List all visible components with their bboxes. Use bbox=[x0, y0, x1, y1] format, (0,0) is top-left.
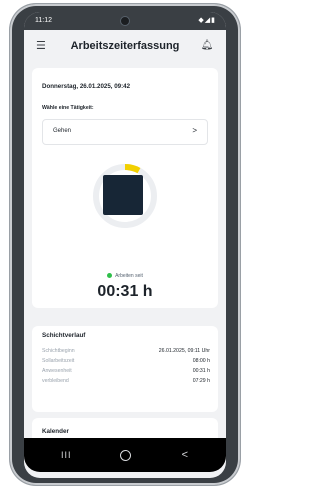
activity-select[interactable]: Gehen > bbox=[42, 119, 208, 145]
shift-history-table: Schichtbeginn 26.01.2025, 09:11 Uhr Soll… bbox=[42, 346, 210, 386]
shift-history-title: Schichtverlauf bbox=[42, 332, 86, 339]
chevron-right-icon: > bbox=[192, 126, 197, 135]
activity-prompt: Wähle eine Tätigkeit: bbox=[42, 105, 94, 111]
back-icon[interactable]: < bbox=[182, 449, 188, 461]
app-bar: ☰ Arbeitszeiterfassung 🔔︎ bbox=[24, 30, 226, 64]
shift-row-value: 26.01.2025, 09:11 Uhr bbox=[158, 348, 210, 354]
shift-row: verbleibend 07:29 h bbox=[42, 376, 210, 386]
page-title: Arbeitszeiterfassung bbox=[70, 40, 180, 52]
shift-history-card: Schichtverlauf Schichtbeginn 26.01.2025,… bbox=[32, 326, 218, 412]
work-status: Arbeiten seit bbox=[32, 273, 218, 279]
home-icon[interactable] bbox=[120, 450, 131, 461]
status-time: 11:12 bbox=[35, 17, 52, 24]
status-icons: ◆◢▮ bbox=[198, 17, 216, 24]
shift-row: Sollarbeitszeit 08:00 h bbox=[42, 356, 210, 366]
work-status-label: Arbeiten seit bbox=[115, 273, 143, 279]
system-nav-bar: III < bbox=[24, 438, 226, 472]
calendar-title: Kalender bbox=[42, 428, 69, 435]
shift-row-label: Sollarbeitszeit bbox=[42, 358, 75, 364]
shift-row: Schichtbeginn 26.01.2025, 09:11 Uhr bbox=[42, 346, 210, 356]
app-screen: 11:12 ◆◢▮ ☰ Arbeitszeiterfassung 🔔︎ Donn… bbox=[24, 12, 226, 478]
activity-value: Gehen bbox=[53, 128, 72, 134]
shift-row-value: 00:31 h bbox=[192, 368, 210, 374]
status-bar: 11:12 ◆◢▮ bbox=[24, 12, 226, 30]
recents-icon[interactable]: III bbox=[61, 449, 72, 461]
stop-button[interactable] bbox=[103, 175, 143, 215]
shift-row: Anwesenheit 00:31 h bbox=[42, 366, 210, 376]
time-tracking-card: Donnerstag, 26.01.2025, 09:42 Wähle eine… bbox=[32, 68, 218, 308]
status-dot bbox=[107, 273, 113, 278]
shift-row-label: verbleibend bbox=[42, 378, 69, 384]
shift-row-label: Anwesenheit bbox=[42, 368, 72, 374]
bell-icon[interactable]: 🔔︎ bbox=[200, 39, 214, 53]
current-date: Donnerstag, 26.01.2025, 09:42 bbox=[42, 83, 131, 90]
elapsed-time: 00:31 h bbox=[97, 283, 153, 300]
shift-row-label: Schichtbeginn bbox=[42, 348, 75, 354]
camera-icon bbox=[120, 16, 130, 26]
shift-row-value: 07:29 h bbox=[192, 378, 210, 384]
shift-row-value: 08:00 h bbox=[192, 358, 210, 364]
